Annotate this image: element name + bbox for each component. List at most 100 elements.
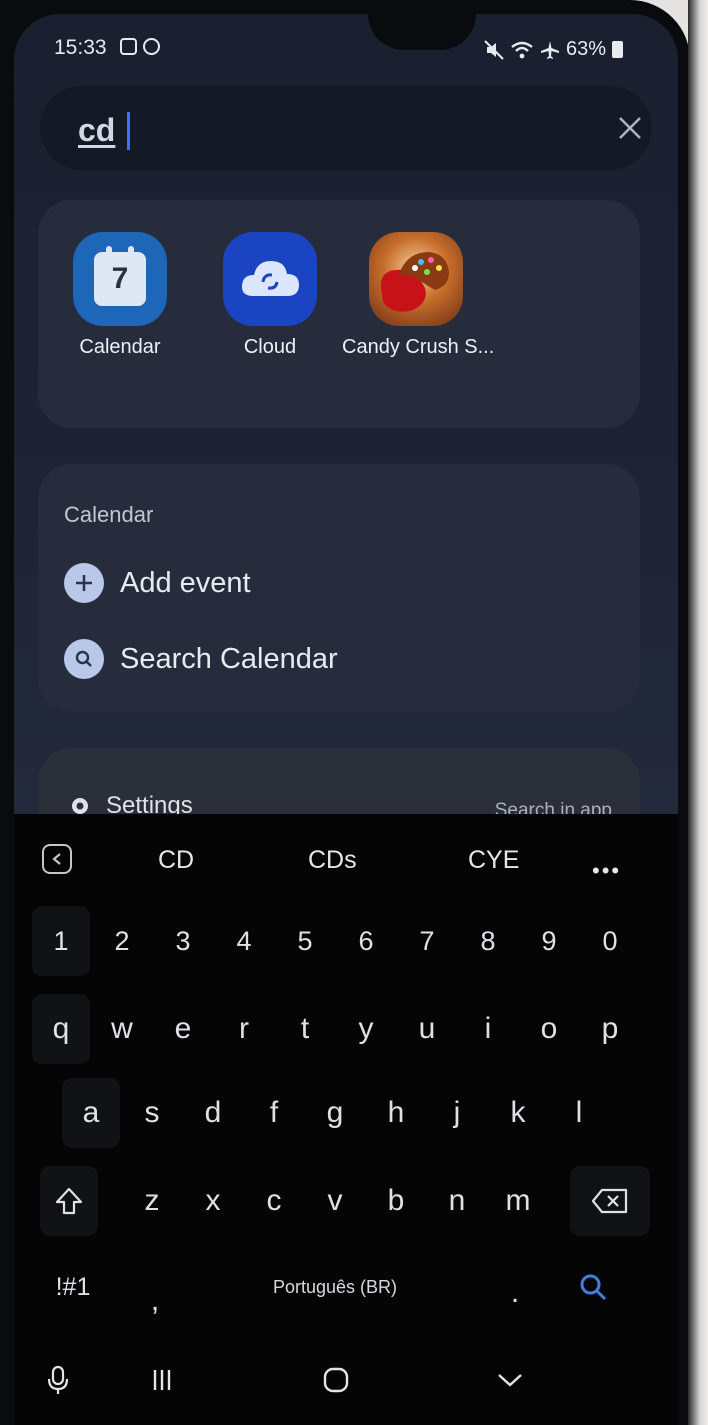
wifi-icon (511, 41, 533, 58)
key-u[interactable]: u (398, 994, 456, 1064)
phone-edge (688, 0, 708, 1425)
key-8[interactable]: 8 (459, 906, 517, 976)
key-2[interactable]: 2 (93, 906, 151, 976)
key-t[interactable]: t (276, 994, 334, 1064)
airplane-icon (541, 40, 559, 59)
key-f[interactable]: f (245, 1078, 303, 1148)
search-input[interactable]: cd (78, 112, 115, 149)
more-options-icon[interactable]: ••• (592, 858, 621, 884)
period-key[interactable]: . (486, 1258, 544, 1328)
backspace-icon (591, 1188, 628, 1214)
app-label: Cloud (243, 336, 297, 358)
key-a[interactable]: a (62, 1078, 120, 1148)
key-e[interactable]: e (154, 994, 212, 1064)
recents-icon (153, 1370, 171, 1390)
status-right: 63% (484, 38, 624, 61)
key-g[interactable]: g (306, 1078, 364, 1148)
letter-row-2: a s d f g h j k l (14, 1070, 678, 1156)
key-4[interactable]: 4 (215, 906, 273, 976)
key-z[interactable]: z (123, 1166, 181, 1236)
shift-icon (55, 1187, 83, 1215)
toolbar-back-button[interactable] (42, 844, 72, 874)
comma-key[interactable]: , (126, 1266, 184, 1336)
suggestion-cd[interactable]: CD (158, 846, 194, 875)
key-r[interactable]: r (215, 994, 273, 1064)
key-j[interactable]: j (428, 1078, 486, 1148)
battery-icon (612, 41, 624, 58)
app-candy-crush[interactable]: Candy Crush S... (342, 232, 495, 359)
cloud-icon (223, 232, 317, 326)
search-icon (64, 639, 104, 679)
key-9[interactable]: 9 (520, 906, 578, 976)
key-d[interactable]: d (184, 1078, 242, 1148)
home-button[interactable] (310, 1354, 362, 1406)
search-icon (580, 1274, 607, 1301)
add-event-button[interactable]: Add event (64, 560, 251, 606)
plus-icon (64, 563, 104, 603)
key-p[interactable]: p (581, 994, 639, 1064)
key-0[interactable]: 0 (581, 906, 639, 976)
keyboard: 1 2 3 4 5 6 7 8 9 0 q w e r t y u i o p … (14, 898, 678, 1338)
search-field[interactable]: cd (40, 86, 652, 170)
chevron-down-icon (498, 1374, 522, 1387)
suggestion-cye[interactable]: CYE (468, 846, 519, 875)
key-3[interactable]: 3 (154, 906, 212, 976)
calendar-day: 7 (111, 262, 129, 295)
home-icon (323, 1367, 349, 1393)
mute-icon (484, 39, 504, 60)
key-v[interactable]: v (306, 1166, 364, 1236)
suggestion-cds[interactable]: CDs (308, 846, 357, 875)
search-key[interactable] (564, 1252, 622, 1322)
backspace-key[interactable] (570, 1166, 650, 1236)
status-bar: 15:33 63% (14, 14, 678, 74)
sync-notification-icon (143, 38, 160, 55)
key-7[interactable]: 7 (398, 906, 456, 976)
key-h[interactable]: h (367, 1078, 425, 1148)
hide-keyboard-button[interactable] (484, 1354, 536, 1406)
key-w[interactable]: w (93, 994, 151, 1064)
bottom-key-row: !#1 , Português (BR) . (14, 1244, 678, 1330)
app-label: Candy Crush S... (342, 336, 495, 358)
action-label: Search Calendar (120, 642, 338, 675)
text-cursor (127, 112, 130, 150)
symbols-key[interactable]: !#1 (38, 1252, 108, 1322)
calendar-icon: 7 (73, 232, 167, 326)
key-l[interactable]: l (550, 1078, 608, 1148)
key-y[interactable]: y (337, 994, 395, 1064)
key-c[interactable]: c (245, 1166, 303, 1236)
letter-row-3: z x c v b n m (14, 1158, 678, 1244)
letter-row-1: q w e r t y u i o p (14, 986, 678, 1072)
key-q[interactable]: q (32, 994, 90, 1064)
clear-search-button[interactable] (610, 108, 650, 148)
key-k[interactable]: k (489, 1078, 547, 1148)
key-m[interactable]: m (489, 1166, 547, 1236)
status-time: 15:33 (54, 36, 107, 59)
key-x[interactable]: x (184, 1166, 242, 1236)
key-o[interactable]: o (520, 994, 578, 1064)
key-5[interactable]: 5 (276, 906, 334, 976)
key-6[interactable]: 6 (337, 906, 395, 976)
battery-percent: 63% (566, 38, 607, 60)
calendar-section-card: Calendar Add event Search Calendar (38, 464, 640, 712)
gallery-notification-icon (120, 38, 137, 55)
key-b[interactable]: b (367, 1166, 425, 1236)
app-label: Calendar (79, 336, 161, 358)
recents-button[interactable] (136, 1354, 188, 1406)
voice-input-button[interactable] (32, 1354, 84, 1406)
app-cloud[interactable]: Cloud (204, 232, 336, 359)
number-row: 1 2 3 4 5 6 7 8 9 0 (14, 898, 678, 984)
candy-crush-icon (369, 232, 463, 326)
screen: 15:33 63% cd 7 Calendar Cloud Candy Crus… (14, 14, 678, 1425)
key-i[interactable]: i (459, 994, 517, 1064)
action-label: Add event (120, 566, 251, 599)
navigation-bar (14, 1338, 678, 1425)
chevron-left-icon (52, 853, 61, 865)
search-calendar-button[interactable]: Search Calendar (64, 636, 338, 682)
app-calendar[interactable]: 7 Calendar (54, 232, 186, 359)
key-1[interactable]: 1 (32, 906, 90, 976)
space-key[interactable]: Português (BR) (210, 1252, 460, 1322)
key-s[interactable]: s (123, 1078, 181, 1148)
section-heading: Calendar (64, 502, 154, 527)
key-n[interactable]: n (428, 1166, 486, 1236)
shift-key[interactable] (40, 1166, 98, 1236)
